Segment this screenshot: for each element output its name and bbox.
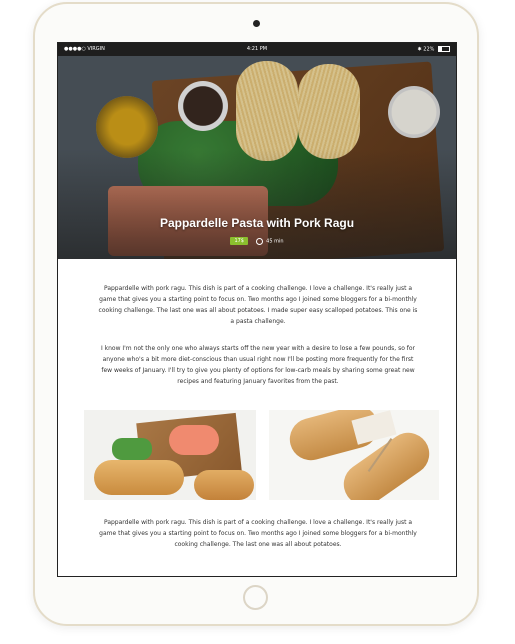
tablet-screen: ●●●●○ VIRGIN 4:21 PM ✱ 22% Pappardelle P… <box>57 42 457 577</box>
bluetooth-icon: ✱ <box>417 46 422 53</box>
wrapped-sandwich-image <box>269 410 439 500</box>
price-badge: 17$ <box>230 237 248 245</box>
battery-icon <box>438 46 450 52</box>
status-time: 4:21 PM <box>246 46 268 52</box>
article-paragraph: I know I'm not the only one who always s… <box>100 345 416 385</box>
camera-icon <box>253 20 260 27</box>
home-button[interactable] <box>243 585 268 610</box>
article-paragraph: Pappardelle with pork ragu. This dish is… <box>98 285 418 325</box>
hero-image: Pappardelle Pasta with Pork Ragu 17$ 45 … <box>58 56 456 259</box>
status-bar: ●●●●○ VIRGIN 4:21 PM ✱ 22% <box>58 43 456 56</box>
clock-icon <box>255 237 263 245</box>
battery-percent: 22% <box>423 46 435 53</box>
sandwich-board-image <box>84 410 256 500</box>
recipe-title: Pappardelle Pasta with Pork Ragu <box>159 216 355 230</box>
article-paragraph: Pappardelle with pork ragu. This dish is… <box>99 519 417 548</box>
recipe-meta: 17$ 45 min <box>58 237 456 245</box>
battery-status: ✱ 22% <box>417 46 450 53</box>
recipe-duration: 45 min <box>266 238 284 245</box>
